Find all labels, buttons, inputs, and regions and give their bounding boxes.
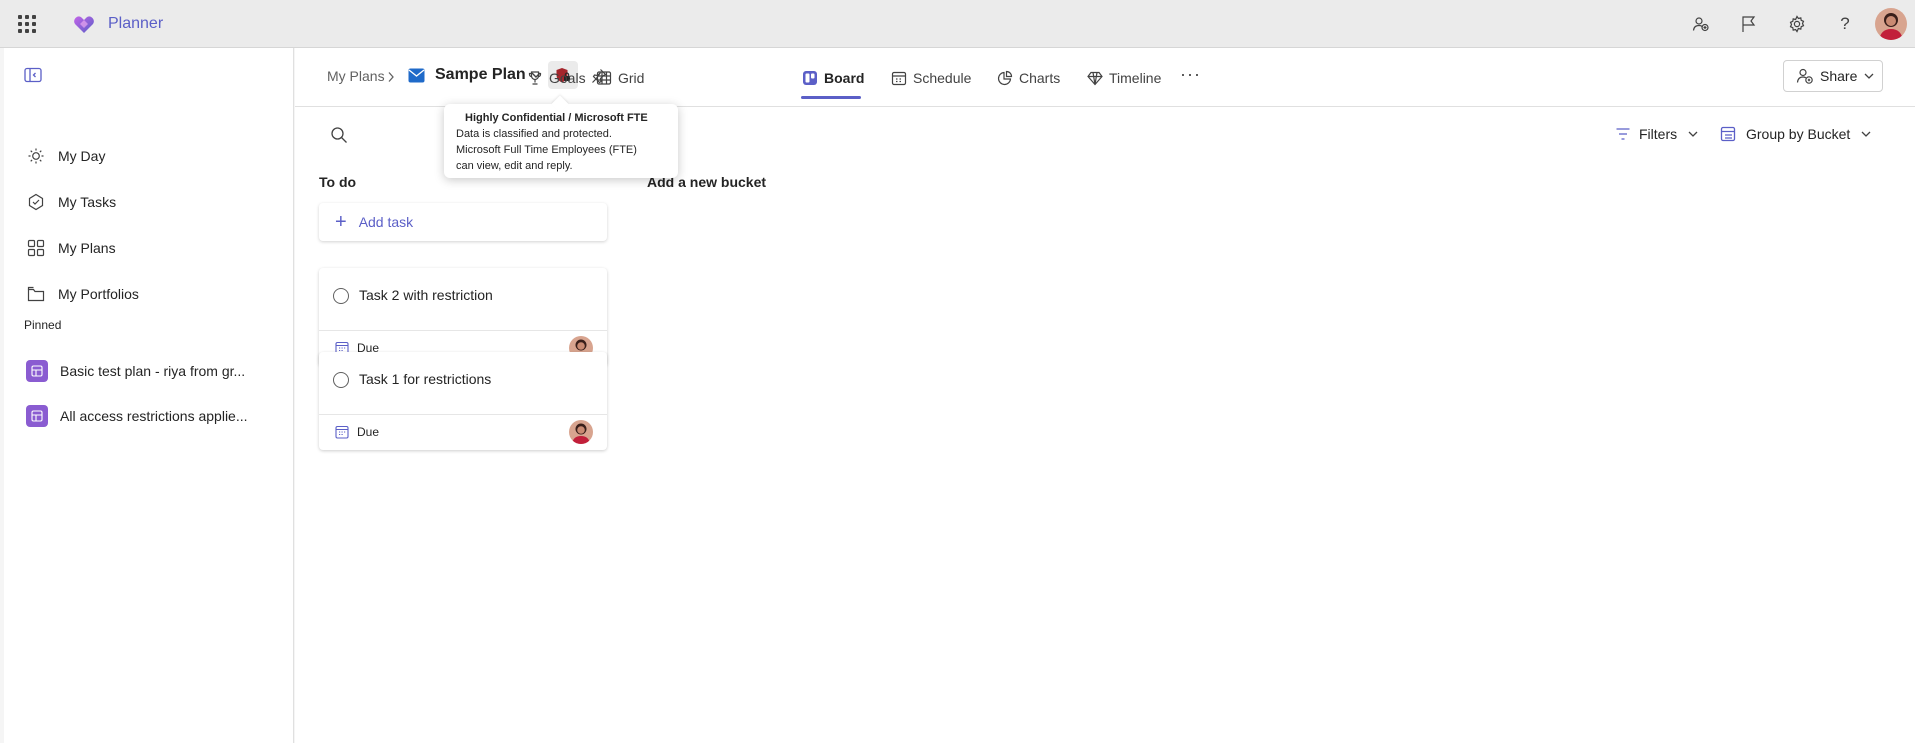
pinned-plan-label: All access restrictions applie... xyxy=(60,408,248,424)
tab-label: Board xyxy=(824,70,865,86)
sidebar-item-my-day[interactable]: My Day xyxy=(4,136,294,176)
people-icon[interactable] xyxy=(1677,0,1725,48)
tooltip-title: Highly Confidential / Microsoft FTE xyxy=(465,112,648,124)
tab-grid[interactable]: Grid xyxy=(596,62,644,94)
tasks-icon xyxy=(26,192,46,212)
tab-label: Goals xyxy=(549,70,586,86)
diamond-icon xyxy=(1087,70,1103,86)
group-by-button[interactable]: Group by Bucket xyxy=(1720,126,1872,142)
pinned-plan-label: Basic test plan - riya from gr... xyxy=(60,363,246,379)
more-options-button[interactable]: ··· xyxy=(1180,64,1201,85)
help-glyph: ? xyxy=(1840,14,1850,33)
board-icon xyxy=(802,70,818,86)
sensitivity-tooltip: Highly Confidential / Microsoft FTE Data… xyxy=(444,104,678,178)
share-person-icon xyxy=(1796,68,1813,84)
table-icon xyxy=(596,70,612,86)
search-icon[interactable] xyxy=(330,126,348,147)
tab-label: Grid xyxy=(618,70,645,86)
collapse-nav-button[interactable] xyxy=(24,67,46,85)
bucket-title[interactable]: To do xyxy=(319,174,356,190)
group-list-icon xyxy=(1720,126,1736,142)
app-launcher-button[interactable] xyxy=(0,0,54,48)
top-bar: Planner ? xyxy=(0,0,1915,48)
sidebar-item-my-tasks[interactable]: My Tasks xyxy=(4,182,294,222)
tooltip-body: Data is classified and protected. Micros… xyxy=(456,128,637,172)
add-task-button[interactable]: + Add task xyxy=(319,203,607,241)
pinned-plan-item[interactable]: Basic test plan - riya from gr... xyxy=(4,351,294,391)
pinned-plan-item[interactable]: All access restrictions applie... xyxy=(4,396,294,436)
tab-goals[interactable]: Goals xyxy=(527,62,586,94)
filters-label: Filters xyxy=(1639,126,1678,142)
tab-label: Charts xyxy=(1019,70,1061,86)
tab-label: Schedule xyxy=(913,70,972,86)
calendar-icon xyxy=(891,70,907,86)
tab-label: Timeline xyxy=(1109,70,1162,86)
sidebar-item-my-portfolios[interactable]: My Portfolios xyxy=(4,274,294,314)
task-card[interactable]: Task 1 for restrictions Due xyxy=(319,352,607,450)
waffle-icon xyxy=(18,14,36,33)
sidebar-item-label: My Plans xyxy=(58,240,116,256)
plan-envelope-icon xyxy=(408,68,425,83)
task-title: Task 1 for restrictions xyxy=(359,371,492,387)
chart-icon xyxy=(997,70,1013,86)
folder-icon xyxy=(26,284,46,304)
chevron-down-icon xyxy=(1861,131,1871,137)
task-title: Task 2 with restriction xyxy=(359,287,493,303)
plan-title[interactable]: Sampe Plan xyxy=(435,66,526,84)
sidebar-item-label: My Tasks xyxy=(58,194,117,210)
breadcrumb-my-plans[interactable]: My Plans xyxy=(327,68,385,84)
card-divider xyxy=(319,414,607,415)
gear-icon[interactable] xyxy=(1773,0,1821,48)
planner-logo-icon xyxy=(74,15,94,33)
chevron-down-icon xyxy=(1864,73,1874,79)
plus-icon: + xyxy=(335,211,347,233)
complete-task-checkbox[interactable] xyxy=(333,372,349,388)
tab-timeline[interactable]: Timeline xyxy=(1087,62,1161,94)
pinned-heading: Pinned xyxy=(24,318,62,332)
plan-header: My Plans Sampe Plan Goals Grid Board Sch… xyxy=(295,48,1915,107)
plan-icon xyxy=(26,405,48,427)
share-label: Share xyxy=(1820,68,1858,84)
add-task-label: Add task xyxy=(358,214,414,230)
chevron-right-icon xyxy=(387,70,395,86)
sidebar-item-label: My Day xyxy=(58,148,106,164)
share-button[interactable]: Share xyxy=(1783,60,1883,92)
flag-icon[interactable] xyxy=(1725,0,1773,48)
tab-charts[interactable]: Charts xyxy=(997,62,1060,94)
help-icon[interactable]: ? xyxy=(1821,0,1869,48)
app-name: Planner xyxy=(108,14,164,32)
sidebar-item-label: My Portfolios xyxy=(58,286,139,302)
grid-icon xyxy=(26,238,46,258)
sidebar-item-my-plans[interactable]: My Plans xyxy=(4,228,294,268)
filter-icon xyxy=(1616,128,1630,140)
left-nav: My Day My Tasks My Plans My Portfolios P… xyxy=(4,48,294,743)
plan-icon xyxy=(26,360,48,382)
due-date-label[interactable]: Due xyxy=(357,425,379,439)
sun-icon xyxy=(26,146,46,166)
chevron-down-icon xyxy=(1688,131,1698,137)
complete-task-checkbox[interactable] xyxy=(333,288,349,304)
tab-schedule[interactable]: Schedule xyxy=(891,62,971,94)
user-avatar[interactable] xyxy=(1875,8,1907,40)
tab-board[interactable]: Board xyxy=(802,62,864,94)
card-divider xyxy=(319,330,607,331)
calendar-icon xyxy=(335,425,349,439)
active-tab-indicator xyxy=(801,96,861,99)
assignee-avatar[interactable] xyxy=(569,420,593,444)
filters-button[interactable]: Filters xyxy=(1615,126,1699,142)
trophy-icon xyxy=(527,70,543,86)
group-by-label: Group by Bucket xyxy=(1746,126,1851,142)
